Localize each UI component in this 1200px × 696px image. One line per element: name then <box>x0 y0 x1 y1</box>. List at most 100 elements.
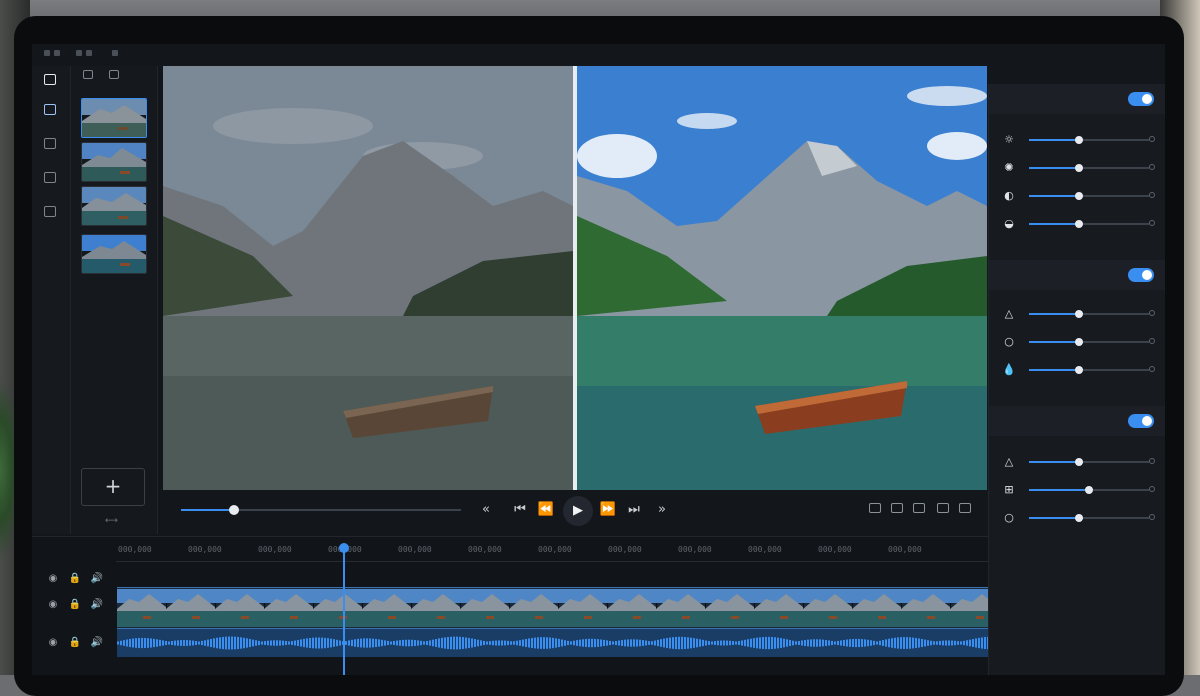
settings-icon[interactable] <box>54 50 60 56</box>
split-view-icon[interactable] <box>937 503 949 513</box>
left-tool-rail <box>32 66 71 534</box>
adjustment-slider[interactable]: △ <box>989 304 1165 324</box>
thumbnail-image <box>82 143 146 181</box>
window-icon[interactable] <box>76 50 82 56</box>
adjustments-panel: ☼ ✺ ◐ ◒ △ ○ 💧 △ ⊞ ○ <box>988 84 1165 675</box>
before-image <box>163 66 573 490</box>
lock-icon[interactable]: 🔒 <box>68 573 82 584</box>
adjustment-slider[interactable]: ○ <box>989 508 1165 528</box>
section-toggle[interactable] <box>1128 414 1154 428</box>
layers-icon[interactable] <box>44 206 56 217</box>
clip-frame <box>803 589 853 627</box>
export-icon[interactable] <box>44 138 56 149</box>
step-forward-icon[interactable]: ⏭ <box>623 499 645 521</box>
reset-icon[interactable] <box>1149 486 1155 492</box>
adjustment-slider[interactable]: ✺ <box>989 158 1165 178</box>
volume-icon[interactable]: 🔊 <box>90 573 104 584</box>
playhead[interactable] <box>339 543 349 675</box>
reset-icon[interactable] <box>1149 366 1155 372</box>
list-icon[interactable] <box>109 70 119 79</box>
eye-icon[interactable]: ◉ <box>46 573 60 584</box>
adjustment-slider[interactable]: △ <box>989 452 1165 472</box>
clip-frame <box>362 589 412 627</box>
fullscreen-icon[interactable] <box>959 503 971 513</box>
reset-icon[interactable] <box>1149 514 1155 520</box>
folder-icon[interactable] <box>44 74 56 85</box>
media-bin: + ⟷ <box>71 66 158 534</box>
drop-icon: 💧 <box>1002 363 1016 376</box>
light-icon: ☼ <box>1004 133 1014 146</box>
play-button[interactable]: ▶ <box>563 496 593 526</box>
scrub-handle[interactable] <box>229 505 239 515</box>
ruler-label: 000,000 <box>678 545 712 554</box>
add-media-hint-icon: ⟷ <box>105 516 118 526</box>
clip-frame <box>705 589 755 627</box>
media-icon[interactable] <box>44 104 56 115</box>
reset-icon[interactable] <box>1149 220 1155 226</box>
preview-viewer[interactable] <box>163 66 987 490</box>
lock-icon[interactable]: 🔒 <box>68 599 82 610</box>
track-controls: ◉ 🔒 🔊 <box>46 573 106 589</box>
add-media-button[interactable]: + <box>81 468 145 506</box>
step-back-icon[interactable]: ⏮ <box>509 499 531 521</box>
info-icon[interactable] <box>112 50 118 56</box>
adjustment-slider[interactable]: 💧 <box>989 360 1165 380</box>
adjustment-slider[interactable]: ⊞ <box>989 480 1165 500</box>
thumbnail-image <box>82 235 146 273</box>
preview-before <box>163 66 573 490</box>
volume-icon[interactable]: 🔊 <box>90 637 104 648</box>
fit-view-icon[interactable] <box>869 503 881 513</box>
menu-icon[interactable] <box>44 50 50 56</box>
clip-frame <box>754 589 804 627</box>
media-thumbnail[interactable] <box>81 234 147 274</box>
app-window: + ⟷ « ⏮ ⏪ ▶ ⏩ ⏭ » ☼ ✺ ◐ ◒ △ ○ 💧 △ ⊞ ○ 00… <box>32 44 1165 675</box>
section-toggle[interactable] <box>1128 268 1154 282</box>
clip-frame <box>215 589 265 627</box>
adjustment-slider[interactable]: ◒ <box>989 214 1165 234</box>
media-thumbnail[interactable] <box>81 142 147 182</box>
grid-view-icon[interactable] <box>913 503 925 513</box>
adjustment-slider[interactable]: ○ <box>989 332 1165 352</box>
clip-frame <box>117 589 167 627</box>
playhead-handle[interactable] <box>339 543 349 553</box>
effects-icon[interactable] <box>44 172 56 183</box>
clip-frame <box>460 589 510 627</box>
window-icon[interactable] <box>86 50 92 56</box>
exposure-icon: ◒ <box>1004 217 1014 230</box>
circle-icon: ○ <box>1004 511 1014 524</box>
reset-icon[interactable] <box>1149 310 1155 316</box>
section-toggle[interactable] <box>1128 92 1154 106</box>
audio-clip-track[interactable] <box>117 629 988 657</box>
rewind-icon[interactable]: ⏪ <box>535 499 557 521</box>
clip-frame <box>852 589 902 627</box>
volume-icon[interactable]: 🔊 <box>90 599 104 610</box>
reset-icon[interactable] <box>1149 136 1155 142</box>
adjustment-section-header <box>989 260 1165 290</box>
clip-frame <box>509 589 559 627</box>
eye-icon[interactable]: ◉ <box>46 637 60 648</box>
reset-icon[interactable] <box>1149 192 1155 198</box>
adjustment-slider[interactable]: ◐ <box>989 186 1165 206</box>
clip-frame <box>411 589 461 627</box>
reset-icon[interactable] <box>1149 458 1155 464</box>
ruler-label: 000,000 <box>888 545 922 554</box>
video-clip-track[interactable] <box>117 587 988 629</box>
media-thumbnail[interactable] <box>81 98 147 138</box>
clip-frame <box>950 589 988 627</box>
timeline-ruler[interactable]: 000,000 000,000 000,000 000,000 000,000 … <box>116 537 988 562</box>
ruler-label: 000,000 <box>818 545 852 554</box>
grid-icon[interactable] <box>83 70 93 79</box>
media-thumbnail[interactable] <box>81 186 147 226</box>
forward-icon[interactable]: ⏩ <box>597 499 619 521</box>
eye-icon[interactable]: ◉ <box>46 599 60 610</box>
reset-icon[interactable] <box>1149 338 1155 344</box>
reset-icon[interactable] <box>1149 164 1155 170</box>
clip-frame <box>901 589 951 627</box>
skip-start-icon[interactable]: « <box>475 499 497 521</box>
adjustment-slider[interactable]: ☼ <box>989 130 1165 150</box>
clip-frame <box>558 589 608 627</box>
lock-icon[interactable]: 🔒 <box>68 637 82 648</box>
skip-end-icon[interactable]: » <box>651 499 673 521</box>
scrub-bar[interactable] <box>181 505 461 515</box>
compare-view-icon[interactable] <box>891 503 903 513</box>
